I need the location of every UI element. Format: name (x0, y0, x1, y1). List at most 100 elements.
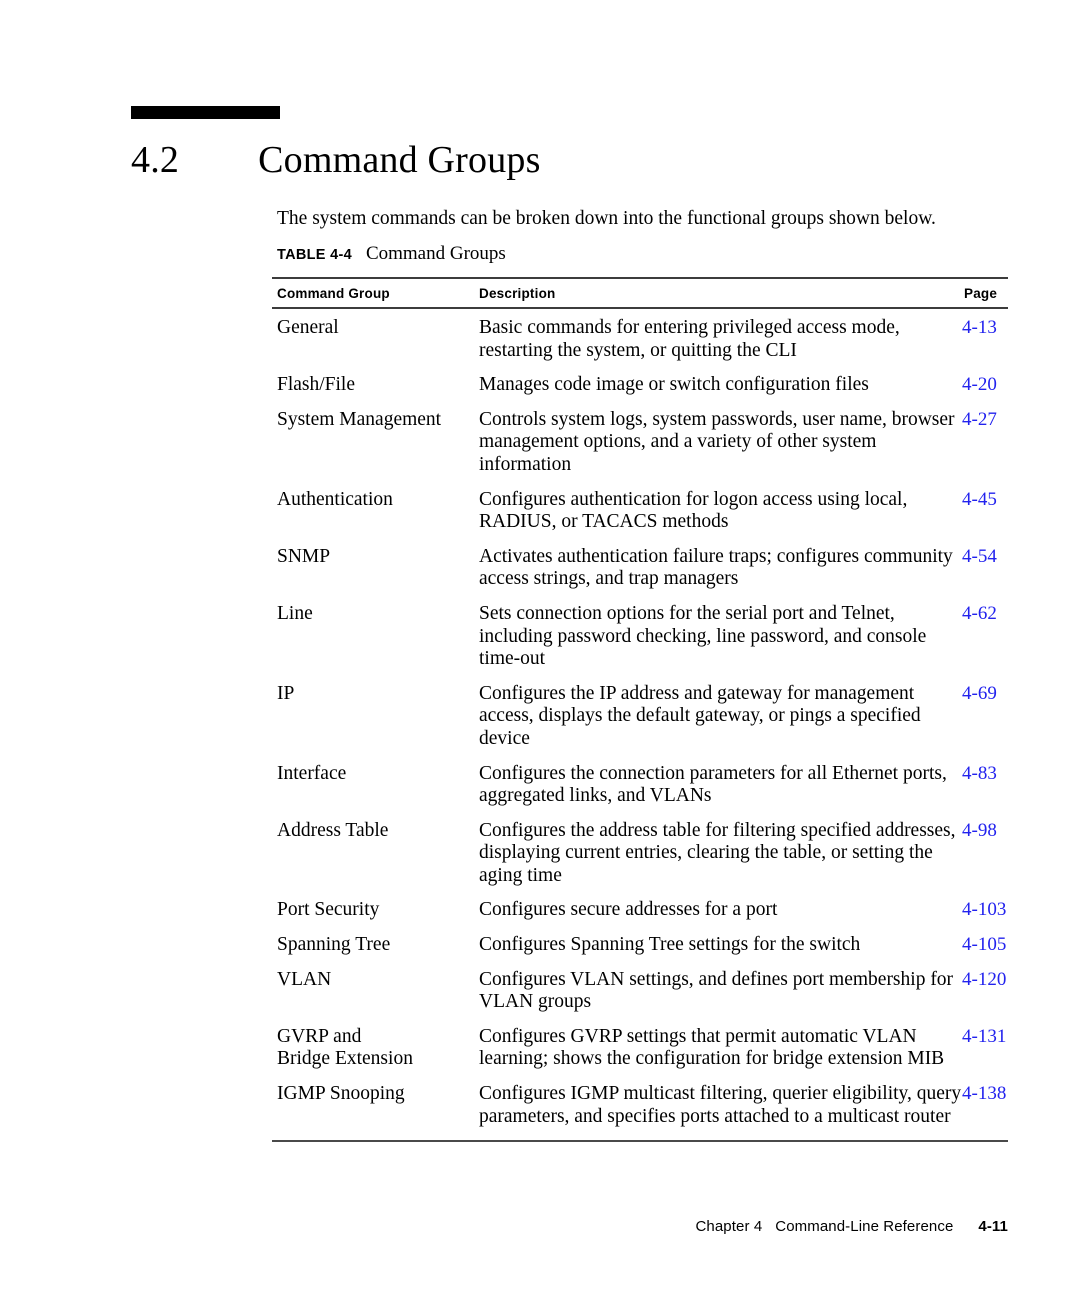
page-link[interactable]: 4-69 (957, 683, 1037, 706)
page-footer: Chapter 4 Command-Line Reference 4-11 (0, 1218, 1008, 1235)
cell-description: Basic commands for entering privileged a… (479, 317, 957, 362)
cell-line: aging time (479, 864, 562, 886)
cell-line: Activates authentication failure traps; … (479, 545, 953, 567)
cell-line: Address Table (277, 819, 389, 841)
cell-line: RADIUS, or TACACS methods (479, 511, 729, 533)
cell-line: device (479, 727, 530, 749)
cell-line: GVRP and (277, 1025, 362, 1047)
cell-description: Manages code image or switch configurati… (479, 374, 957, 397)
section-rule-bar (131, 106, 280, 119)
cell-line: General (277, 317, 339, 338)
page-title: Command Groups (258, 139, 541, 181)
cell-line: learning; shows the configuration for br… (479, 1048, 945, 1070)
cell-line: including password checking, line passwo… (479, 625, 927, 647)
cell-line: management options, and a variety of oth… (479, 431, 877, 453)
cell-line: Controls system logs, system passwords, … (479, 408, 955, 430)
cell-line: Authentication (277, 488, 393, 510)
cell-description: Configures the connection parameters for… (479, 763, 957, 808)
page-link[interactable]: 4-103 (957, 899, 1037, 922)
table-bottom-rule (272, 1140, 1008, 1143)
page-link[interactable]: 4-98 (957, 820, 1037, 843)
cell-line: Configures Spanning Tree settings for th… (479, 934, 861, 956)
table-caption-title: Command Groups (365, 243, 506, 264)
table-row: Port Security Configures secure addresses… (272, 899, 1008, 922)
cell-command-group: Address Table (272, 820, 479, 843)
cell-command-group: System Management (272, 409, 479, 432)
cell-line: VLAN (277, 968, 332, 990)
page-link[interactable]: 4-20 (957, 374, 1037, 397)
footer-chapter-title: Command-Line Reference (775, 1218, 954, 1235)
command-groups-table: Command Group Description Page General Ba… (272, 277, 1008, 1143)
column-header-command-group: Command Group (277, 286, 390, 301)
table-row: VLAN Configures VLAN settings, and define… (272, 969, 1008, 1014)
page-link[interactable]: 4-138 (957, 1083, 1037, 1106)
cell-line: Port Security (277, 899, 380, 921)
cell-line: SNMP (277, 545, 331, 567)
table-row: SNMP Activates authentication failure tra… (272, 546, 1008, 591)
cell-description: Sets connection options for the serial p… (479, 603, 957, 671)
cell-command-group: VLAN (272, 969, 479, 992)
cell-line: aggregated links, and VLANs (479, 785, 712, 807)
cell-line: Sets connection options for the serial p… (479, 602, 895, 624)
page-link[interactable]: 4-45 (957, 489, 1037, 512)
cell-description: Configures GVRP settings that permit aut… (479, 1026, 957, 1071)
intro-paragraph: The system commands can be broken down i… (277, 208, 936, 229)
cell-line: Interface (277, 762, 347, 784)
page-link[interactable]: 4-131 (957, 1026, 1037, 1049)
page-link[interactable]: 4-27 (957, 409, 1037, 432)
footer-page-number: 4-11 (978, 1218, 1008, 1235)
cell-description: Configures authentication for logon acce… (479, 489, 957, 534)
page-link[interactable]: 4-13 (957, 317, 1037, 340)
cell-command-group: Spanning Tree (272, 934, 479, 957)
cell-line: Configures secure addresses for a port (479, 899, 778, 921)
table-body: General Basic commands for entering privi… (272, 309, 1008, 1128)
cell-line: Configures the address table for filteri… (479, 819, 956, 841)
cell-line: parameters, and specifies ports attached… (479, 1105, 951, 1127)
cell-line: information (479, 453, 572, 475)
cell-command-group: General (272, 317, 479, 340)
table-row: Line Sets connection options for the seri… (272, 603, 1008, 671)
cell-line: Configures the connection parameters for… (479, 762, 947, 784)
cell-line: Configures authentication for logon acce… (479, 488, 908, 510)
page-link[interactable]: 4-54 (957, 546, 1037, 569)
cell-line: Flash/File (277, 374, 356, 396)
table-row: System Management Controls system logs, s… (272, 409, 1008, 477)
section-number: 4.2 (131, 139, 180, 181)
cell-line: Configures GVRP settings that permit aut… (479, 1025, 917, 1047)
page-link[interactable]: 4-62 (957, 603, 1037, 626)
column-header-page: Page (964, 286, 998, 301)
cell-description: Configures VLAN settings, and defines po… (479, 969, 957, 1014)
page-link[interactable]: 4-105 (957, 934, 1037, 957)
table-caption-label: TABLE 4-4 (277, 247, 352, 263)
page-link[interactable]: 4-120 (957, 969, 1037, 992)
cell-command-group: IP (272, 683, 479, 706)
cell-description: Configures Spanning Tree settings for th… (479, 934, 957, 957)
table-row: General Basic commands for entering privi… (272, 317, 1008, 362)
table-row: Flash/File Manages code image or switch c… (272, 374, 1008, 397)
cell-command-group: Authentication (272, 489, 479, 512)
cell-line: Basic commands for entering privileged a… (479, 317, 900, 338)
cell-line: Configures IGMP multicast filtering, que… (479, 1083, 962, 1105)
cell-command-group: Line (272, 603, 479, 626)
cell-line: Manages code image or switch configurati… (479, 374, 869, 396)
cell-line: IGMP Snooping (277, 1083, 405, 1105)
footer-chapter: Chapter 4 (695, 1218, 763, 1235)
cell-line: displaying current entries, clearing the… (479, 842, 933, 864)
cell-line: Bridge Extension (277, 1048, 413, 1070)
cell-command-group: Interface (272, 763, 479, 786)
document-page: 4.2 Command Groups The system commands c… (0, 0, 1080, 1296)
cell-line: Spanning Tree (277, 934, 391, 956)
cell-command-group: IGMP Snooping (272, 1083, 479, 1106)
table-row: Interface Configures the connection param… (272, 763, 1008, 808)
cell-command-group: GVRP and Bridge Extension (272, 1026, 479, 1071)
page-link[interactable]: 4-83 (957, 763, 1037, 786)
cell-line: IP (277, 682, 295, 704)
cell-description: Configures the IP address and gateway fo… (479, 683, 957, 751)
table-row: Authentication Configures authentication … (272, 489, 1008, 534)
cell-description: Activates authentication failure traps; … (479, 546, 957, 591)
cell-command-group: SNMP (272, 546, 479, 569)
cell-line: System Management (277, 408, 442, 430)
column-header-description: Description (479, 286, 556, 301)
cell-description: Controls system logs, system passwords, … (479, 409, 957, 477)
cell-line: access, displays the default gateway, or… (479, 705, 921, 727)
